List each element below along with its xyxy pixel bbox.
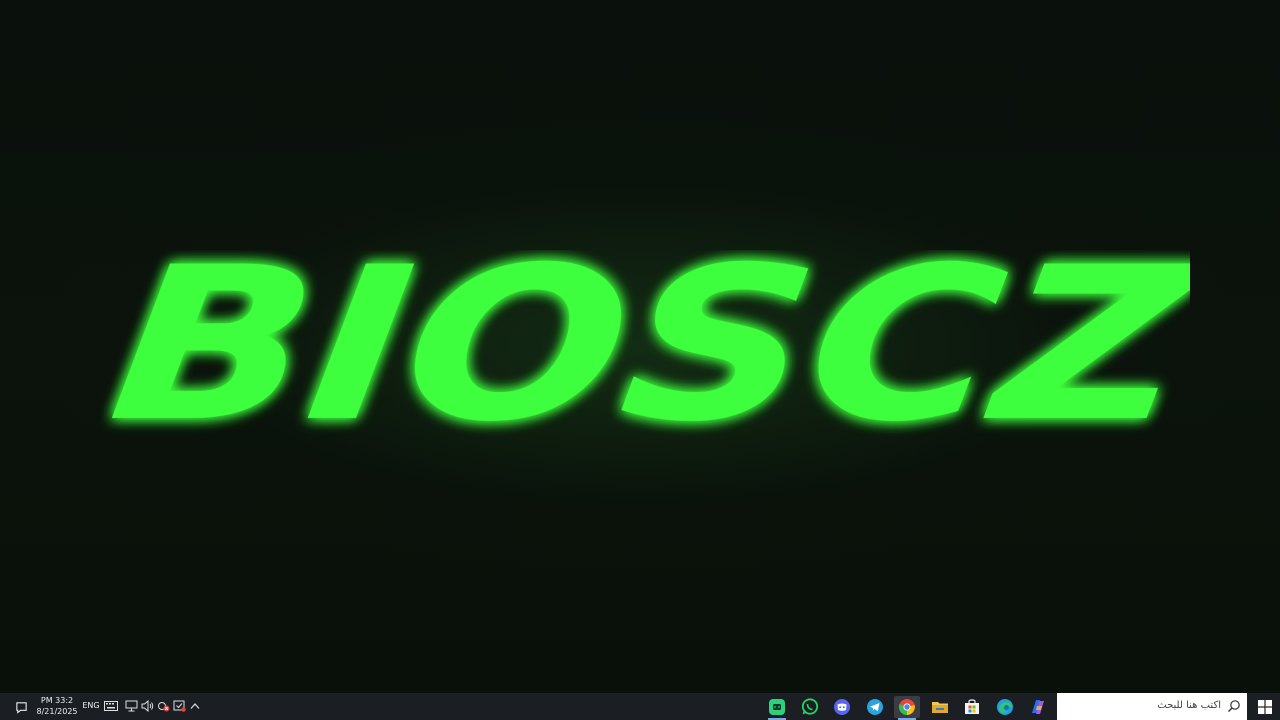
- language-indicator[interactable]: ENG: [80, 701, 102, 710]
- copilot-icon: [1032, 700, 1044, 714]
- chevron-up-icon[interactable]: [188, 699, 202, 713]
- edge-button[interactable]: [992, 696, 1018, 718]
- chrome-button[interactable]: [894, 696, 920, 720]
- microsoft-store-icon: [965, 699, 979, 714]
- chrome-icon: [898, 699, 915, 716]
- taskbar-search-box[interactable]: اكتب هنا للبحث: [1057, 693, 1247, 720]
- taskbar: PM 33:2 8/21/2025 ENG اكتب هنا للبحث: [0, 693, 1280, 720]
- search-placeholder: اكتب هنا للبحث: [1157, 700, 1221, 711]
- gamepad-app-button[interactable]: [764, 696, 790, 720]
- security-icon[interactable]: [172, 699, 186, 713]
- telegram-button[interactable]: [862, 696, 888, 718]
- clock-time: PM 33:2: [40, 696, 74, 705]
- microsoft-store-button[interactable]: [959, 696, 985, 718]
- windows-logo-icon: [1258, 700, 1272, 714]
- volume-icon[interactable]: [140, 699, 154, 713]
- file-explorer-icon: [932, 702, 948, 713]
- telegram-icon: [867, 699, 883, 715]
- keyboard-icon[interactable]: [104, 699, 118, 713]
- notification-icon: [15, 701, 27, 714]
- discord-icon: [834, 699, 850, 715]
- whatsapp-icon: [801, 698, 819, 715]
- file-explorer-button[interactable]: [927, 696, 953, 718]
- desktop-wallpaper: BIOSCZ: [0, 0, 1280, 693]
- discord-button[interactable]: [829, 696, 855, 718]
- copilot-button[interactable]: [1025, 696, 1051, 718]
- wallpaper-logo-text: BIOSCZ: [100, 250, 1190, 440]
- location-icon[interactable]: [156, 699, 170, 713]
- gamepad-app-icon: [769, 699, 785, 715]
- clock-date: 8/21/2025: [36, 707, 78, 716]
- edge-icon: [997, 699, 1013, 715]
- network-icon[interactable]: [124, 699, 138, 713]
- whatsapp-button[interactable]: [797, 696, 823, 718]
- start-button[interactable]: [1253, 695, 1277, 719]
- notification-center-button[interactable]: [10, 696, 32, 718]
- search-icon: [1228, 700, 1240, 712]
- system-clock[interactable]: PM 33:2 8/21/2025: [34, 695, 80, 717]
- wallpaper-logo: BIOSCZ: [100, 250, 1190, 440]
